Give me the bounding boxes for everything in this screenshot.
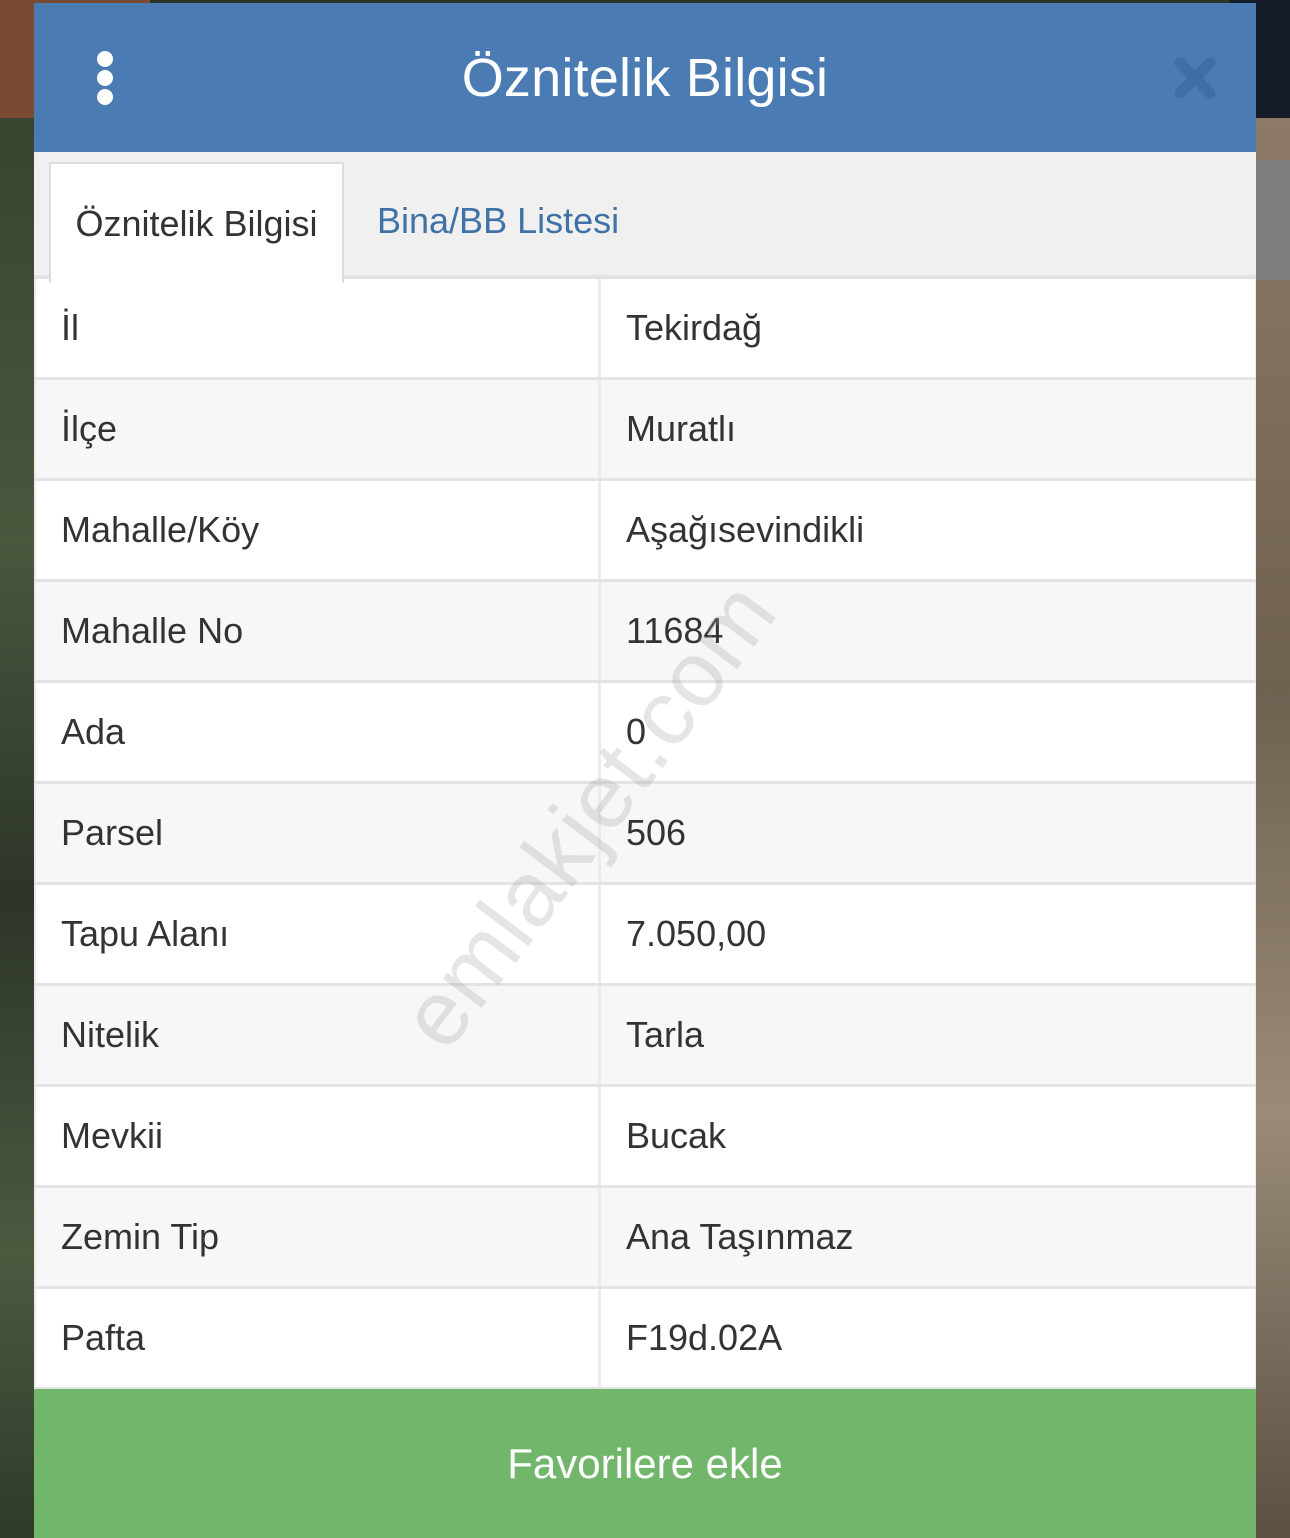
table-row: Tapu Alanı 7.050,00 xyxy=(34,885,1256,986)
table-row: İl Tekirdağ xyxy=(34,279,1256,380)
table-row: Parsel 506 xyxy=(34,784,1256,885)
table-row: İlçe Muratlı xyxy=(34,380,1256,481)
attribute-value: Ana Taşınmaz xyxy=(601,1188,1255,1286)
dialog-header: Öznitelik Bilgisi xyxy=(34,3,1256,152)
map-tile xyxy=(0,118,34,1538)
table-row: Mevkii Bucak xyxy=(34,1087,1256,1188)
attribute-key: Tapu Alanı xyxy=(36,885,598,983)
attribute-value: 7.050,00 xyxy=(601,885,1255,983)
table-row: Mahalle/Köy Aşağısevindikli xyxy=(34,481,1256,582)
attribute-value: Bucak xyxy=(601,1087,1255,1185)
attribute-key: İl xyxy=(36,279,598,377)
attribute-key: Mahalle/Köy xyxy=(36,481,598,579)
attribute-value: F19d.02A xyxy=(601,1289,1255,1387)
attribute-key: İlçe xyxy=(36,380,598,478)
vertical-dots-icon[interactable] xyxy=(96,51,114,105)
attribute-key: Mahalle No xyxy=(36,582,598,680)
attribute-key: Mevkii xyxy=(36,1087,598,1185)
table-row: Nitelik Tarla xyxy=(34,986,1256,1087)
tab-bina-bb-listesi[interactable]: Bina/BB Listesi xyxy=(377,162,619,279)
attribute-key: Pafta xyxy=(36,1289,598,1387)
dialog-title: Öznitelik Bilgisi xyxy=(461,47,829,108)
attribute-table: İl Tekirdağ İlçe Muratlı Mahalle/Köy Aşa… xyxy=(34,279,1256,1390)
add-to-favorites-button[interactable]: Favorilere ekle xyxy=(34,1389,1256,1538)
attribute-key: Ada xyxy=(36,683,598,781)
close-icon[interactable] xyxy=(1172,55,1218,101)
map-tile xyxy=(1256,118,1290,1538)
attribute-value: 11684 xyxy=(601,582,1255,680)
attribute-key: Zemin Tip xyxy=(36,1188,598,1286)
attribute-value: Tarla xyxy=(601,986,1255,1084)
tab-oznitelik-bilgisi[interactable]: Öznitelik Bilgisi xyxy=(49,162,344,283)
attribute-key: Parsel xyxy=(36,784,598,882)
tab-bar: Öznitelik Bilgisi Bina/BB Listesi xyxy=(34,152,1256,283)
table-row: Ada 0 xyxy=(34,683,1256,784)
attribute-dialog: Öznitelik Bilgisi Öznitelik Bilgisi Bina… xyxy=(34,3,1256,1538)
table-row: Mahalle No 11684 xyxy=(34,582,1256,683)
attribute-value: Muratlı xyxy=(601,380,1255,478)
attribute-key: Nitelik xyxy=(36,986,598,1084)
attribute-value: Tekirdağ xyxy=(601,279,1255,377)
map-control xyxy=(1256,160,1290,280)
attribute-value: 506 xyxy=(601,784,1255,882)
attribute-value: Aşağısevindikli xyxy=(601,481,1255,579)
attribute-value: 0 xyxy=(601,683,1255,781)
table-row: Pafta F19d.02A xyxy=(34,1289,1256,1390)
table-row: Zemin Tip Ana Taşınmaz xyxy=(34,1188,1256,1289)
